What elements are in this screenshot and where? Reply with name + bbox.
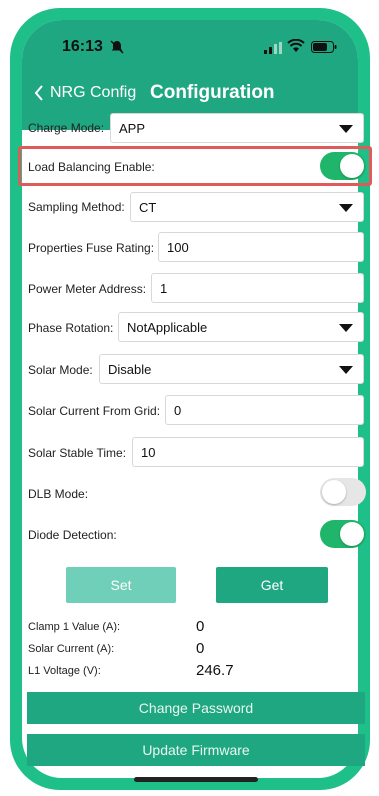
phase-rotation-label: Phase Rotation: <box>28 321 114 335</box>
chevron-down-icon <box>339 204 353 212</box>
status-time: 16:13 <box>62 38 103 55</box>
toggle-knob <box>322 480 346 504</box>
page-title: Configuration <box>150 82 275 103</box>
meter-address-label: Power Meter Address: <box>28 282 147 296</box>
chevron-left-icon <box>34 85 43 101</box>
diode-detection-toggle[interactable] <box>320 520 366 548</box>
chevron-down-icon <box>339 125 353 133</box>
phase-rotation-value: NotApplicable <box>127 319 208 335</box>
sampling-method-select[interactable]: CT <box>130 192 364 222</box>
meter-address-input[interactable]: 1 <box>151 273 364 303</box>
charge-mode-value: APP <box>119 120 146 136</box>
solar-mode-select[interactable]: Disable <box>99 354 364 384</box>
sampling-method-label: Sampling Method: <box>28 200 125 214</box>
solar-stable-time-input[interactable]: 10 <box>132 437 364 467</box>
charge-mode-label: Charge Mode: <box>28 121 105 135</box>
wifi-icon <box>287 39 305 52</box>
back-button[interactable]: NRG Config <box>34 84 136 102</box>
toggle-knob <box>340 522 364 546</box>
phase-rotation-select[interactable]: NotApplicable <box>118 312 364 342</box>
solar-current-value: 0 <box>196 640 205 657</box>
solar-mode-value: Disable <box>108 361 152 377</box>
solar-current-label: Solar Current (A): <box>28 643 115 655</box>
home-indicator[interactable] <box>134 777 258 782</box>
cellular-signal-icon <box>264 42 282 54</box>
fuse-rating-label: Properties Fuse Rating: <box>28 241 155 255</box>
clamp1-value: 0 <box>196 618 205 635</box>
clamp1-label: Clamp 1 Value (A): <box>28 621 121 633</box>
get-button[interactable]: Get <box>216 567 328 603</box>
sampling-method-value: CT <box>139 199 157 215</box>
update-firmware-button[interactable]: Update Firmware <box>27 734 365 766</box>
bell-muted-icon <box>110 40 124 54</box>
toggle-knob <box>340 154 364 178</box>
solar-current-grid-input[interactable]: 0 <box>165 395 364 425</box>
diode-detection-label: Diode Detection: <box>28 528 117 542</box>
load-balancing-label: Load Balancing Enable: <box>28 160 155 174</box>
l1-voltage-label: L1 Voltage (V): <box>28 665 101 677</box>
solar-stable-time-value: 10 <box>141 444 156 460</box>
solar-current-grid-value: 0 <box>174 402 182 418</box>
solar-current-grid-label: Solar Current From Grid: <box>28 404 161 418</box>
chevron-down-icon <box>339 324 353 332</box>
fuse-rating-input[interactable]: 100 <box>158 232 364 262</box>
status-bar: 16:13 <box>22 20 358 64</box>
change-password-button[interactable]: Change Password <box>27 692 365 724</box>
l1-voltage-value: 246.7 <box>196 662 234 679</box>
load-balancing-toggle[interactable] <box>320 152 366 180</box>
chevron-down-icon <box>339 366 353 374</box>
battery-icon <box>311 41 337 53</box>
dlb-mode-label: DLB Mode: <box>28 487 89 501</box>
set-button[interactable]: Set <box>66 567 176 603</box>
meter-address-value: 1 <box>160 280 168 296</box>
back-label: NRG Config <box>50 84 137 101</box>
dlb-mode-toggle[interactable] <box>320 478 366 506</box>
charge-mode-select[interactable]: APP <box>110 113 364 143</box>
solar-mode-label: Solar Mode: <box>28 363 93 377</box>
fuse-rating-value: 100 <box>167 239 189 255</box>
solar-stable-time-label: Solar Stable Time: <box>28 446 127 460</box>
